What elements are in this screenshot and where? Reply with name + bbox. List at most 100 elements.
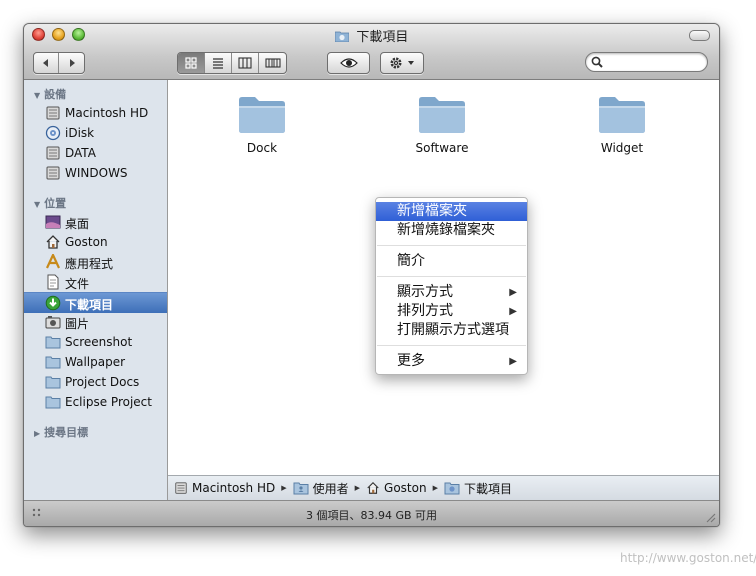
idisk-icon [45, 125, 61, 141]
sidebar-section-devices[interactable]: ▼ 設備 [34, 86, 66, 102]
path-separator-icon: ▶ [281, 484, 287, 492]
file-name: Widget [600, 141, 644, 155]
section-label: 設備 [44, 88, 67, 101]
sidebar-item-label: 應用程式 [65, 257, 114, 271]
disclosure-triangle-icon: ▼ [34, 91, 41, 100]
icon-view-icon [185, 57, 197, 69]
menu-item-label: 打開顯示方式選項 [397, 322, 509, 338]
window-title-area: 下載項目 [24, 26, 719, 45]
hard-disk-icon [45, 165, 61, 181]
sidebar-item-pictures[interactable]: 圖片 [24, 312, 167, 332]
sidebar-item-screenshot[interactable]: Screenshot [24, 332, 167, 352]
menu-item-label: 新增燒錄檔案夾 [397, 222, 495, 238]
folder-icon [239, 97, 285, 133]
window-resize-icon[interactable] [704, 511, 716, 523]
column-view-button[interactable] [232, 53, 259, 73]
applications-icon [45, 252, 61, 270]
documents-icon [45, 274, 61, 290]
sidebar-item-downloads[interactable]: 下載項目 [24, 292, 167, 313]
section-label: 搜尋目標 [44, 426, 89, 439]
search-input[interactable] [606, 54, 705, 72]
hard-disk-icon [45, 105, 61, 121]
sidebar-item-macintosh-hd[interactable]: Macintosh HD [24, 103, 167, 123]
sidebar-item-goston[interactable]: Goston [24, 232, 167, 252]
menu-item-label: 更多 [397, 353, 425, 369]
file-item[interactable]: Dock [207, 94, 317, 155]
path-crumb[interactable]: Macintosh HD [174, 481, 275, 495]
file-item[interactable]: Software [387, 94, 497, 155]
file-name: Dock [246, 141, 278, 155]
menu-separator [377, 276, 526, 277]
back-arrow-icon [43, 59, 48, 67]
submenu-arrow-icon: ▶ [509, 287, 517, 298]
disclosure-triangle-icon: ▼ [34, 200, 41, 209]
toolbar-toggle-button[interactable] [689, 30, 710, 41]
sidebar-item-desktop[interactable]: 桌面 [24, 212, 167, 232]
downloads-folder-icon [444, 482, 460, 495]
menu-item-show-view-options[interactable]: 打開顯示方式選項 [376, 321, 527, 340]
menu-item-get-info[interactable]: 簡介 [376, 252, 527, 271]
path-bar: Macintosh HD ▶ 使用者 ▶ Goston ▶ 下載項目 [168, 475, 719, 500]
folder-icon [599, 97, 645, 133]
sidebar-item-documents[interactable]: 文件 [24, 272, 167, 292]
sidebar-item-applications[interactable]: 應用程式 [24, 252, 167, 272]
window-title: 下載項目 [356, 30, 409, 45]
eye-icon [339, 58, 358, 68]
sidebar-item-label: Goston [65, 235, 108, 249]
folder-icon [45, 354, 61, 370]
sidebar-item-idisk[interactable]: iDisk [24, 123, 167, 143]
history-buttons [33, 52, 85, 74]
submenu-arrow-icon: ▶ [509, 356, 517, 367]
path-crumb[interactable]: Goston [366, 481, 427, 495]
menu-item-label: 簡介 [397, 253, 425, 269]
sidebar-item-project-docs[interactable]: Project Docs [24, 372, 167, 392]
sidebar-item-label: 文件 [65, 277, 90, 291]
sidebar-item-wallpaper[interactable]: Wallpaper [24, 352, 167, 372]
sidebar-item-label: 下載項目 [65, 298, 114, 312]
path-crumb[interactable]: 下載項目 [444, 480, 512, 497]
path-crumb-label: 下載項目 [463, 481, 512, 496]
file-item[interactable]: Widget [567, 94, 677, 155]
menu-item-label: 新增檔案夾 [397, 203, 467, 219]
list-view-button[interactable] [205, 53, 232, 73]
sidebar-item-label: Screenshot [65, 335, 133, 349]
sidebar-item-label: 桌面 [65, 217, 90, 231]
sidebar: ▼ 設備 Macintosh HD iDisk DATA WINDOWS ▼ 位置 … [24, 80, 168, 500]
path-crumb[interactable]: 使用者 [293, 480, 349, 497]
path-crumb-label: 使用者 [312, 481, 349, 496]
search-icon [591, 56, 603, 68]
forward-button[interactable] [59, 53, 84, 73]
menu-item-new-folder[interactable]: 新增檔案夾 [376, 202, 527, 221]
column-view-icon [238, 57, 252, 69]
sidebar-item-label: Macintosh HD [65, 106, 149, 120]
path-separator-icon: ▶ [432, 484, 438, 492]
sidebar-section-search-for[interactable]: ▶ 搜尋目標 [34, 424, 88, 440]
path-crumb-label: Goston [384, 481, 427, 495]
path-crumb-label: Macintosh HD [192, 481, 276, 495]
icon-view-button[interactable] [178, 53, 205, 73]
menu-separator [377, 245, 526, 246]
sidebar-item-label: DATA [65, 146, 96, 160]
sidebar-item-eclipse-project[interactable]: Eclipse Project [24, 392, 167, 412]
gear-icon [390, 57, 414, 69]
menu-item-view-as[interactable]: 顯示方式 ▶ [376, 283, 527, 302]
quicklook-group [327, 52, 370, 74]
search-field[interactable] [585, 52, 708, 72]
menu-item-more[interactable]: 更多 ▶ [376, 352, 527, 371]
downloads-icon [45, 295, 61, 311]
sidebar-item-data[interactable]: DATA [24, 143, 167, 163]
context-menu: 新增檔案夾 新增燒錄檔案夾 簡介 顯示方式 ▶ 排列方式 ▶ 打開顯示方式選項 … [375, 197, 528, 375]
sidebar-section-places[interactable]: ▼ 位置 [34, 195, 66, 211]
menu-separator [377, 345, 526, 346]
menu-item-arrange-by[interactable]: 排列方式 ▶ [376, 302, 527, 321]
sidebar-item-windows[interactable]: WINDOWS [24, 163, 167, 183]
list-view-icon [213, 58, 223, 69]
back-button[interactable] [34, 53, 59, 73]
menu-item-new-burn-folder[interactable]: 新增燒錄檔案夾 [376, 221, 527, 240]
action-menu-button[interactable] [381, 53, 423, 73]
quicklook-button[interactable] [328, 53, 369, 73]
home-icon [367, 481, 379, 494]
coverflow-view-button[interactable] [259, 53, 286, 73]
menu-item-label: 顯示方式 [397, 284, 453, 300]
section-label: 位置 [44, 197, 67, 210]
